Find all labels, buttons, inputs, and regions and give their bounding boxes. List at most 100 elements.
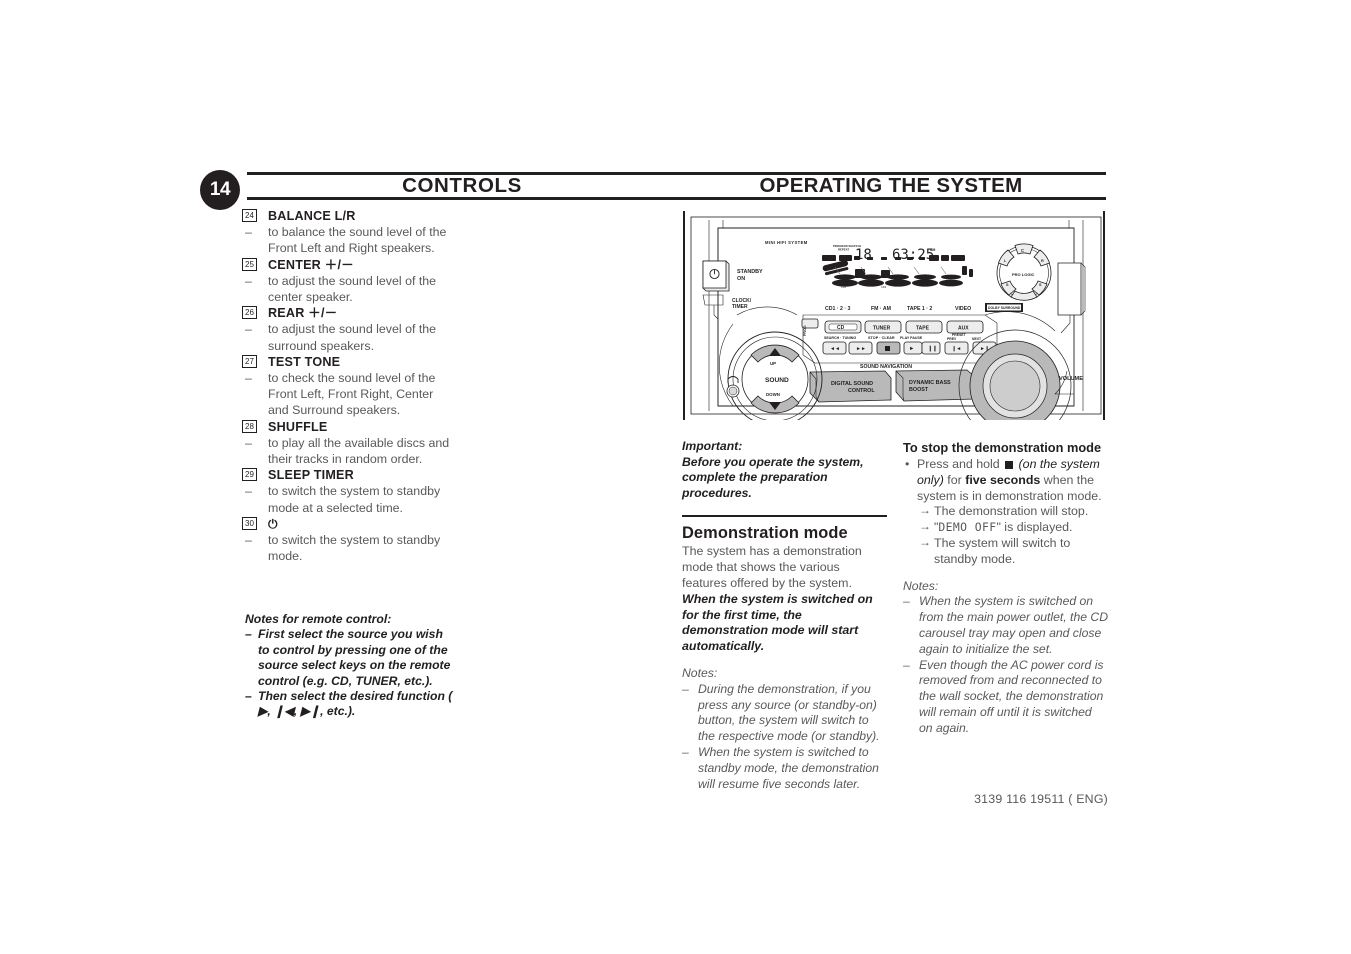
on-label: ON bbox=[737, 276, 745, 282]
svg-text:CD: CD bbox=[837, 325, 845, 331]
dash-marker: – bbox=[903, 594, 910, 609]
remote-notes-heading: Notes for remote control: bbox=[245, 612, 392, 626]
dash-marker: – bbox=[682, 681, 689, 696]
operating-system-right-column: To stop the demonstration mode • Press an… bbox=[903, 439, 1108, 737]
control-number-badge: 29 bbox=[242, 468, 257, 482]
right-note-item: – Even though the AC power cord is remov… bbox=[903, 658, 1108, 737]
dash-marker: – bbox=[245, 689, 252, 704]
control-desc-29: – to switch the system to standby mode a… bbox=[242, 483, 457, 515]
stop-demo-result: → The demonstration will stop. bbox=[903, 503, 1108, 520]
svg-text:CD1: CD1 bbox=[841, 285, 847, 289]
stop-square-icon bbox=[1005, 461, 1014, 469]
right-note-text: Even though the AC power cord is removed… bbox=[919, 657, 1104, 735]
arrow-marker: → bbox=[919, 519, 931, 534]
tape-header: TAPE 1 · 2 bbox=[907, 306, 932, 312]
dash-marker: – bbox=[245, 484, 252, 499]
mid-note-item: – When the system is switched to standby… bbox=[682, 745, 887, 792]
svg-text:DYNAMIC BASS: DYNAMIC BASS bbox=[909, 380, 951, 386]
svg-text:❙❙: ❙❙ bbox=[928, 345, 937, 352]
dash-marker: – bbox=[245, 322, 252, 337]
dash-marker: – bbox=[245, 435, 252, 450]
prologic-key-c: C bbox=[1021, 248, 1024, 253]
cd-source-header: CD1 · 2 · 3 bbox=[825, 306, 850, 312]
control-label: SLEEP TIMER bbox=[268, 468, 354, 483]
power-icon: ⏻ bbox=[268, 516, 278, 531]
pause-button: ❙❙ bbox=[921, 341, 941, 355]
svg-text:TAPE: TAPE bbox=[916, 326, 930, 332]
right-notes-label: Notes: bbox=[903, 578, 939, 593]
svg-text:DOLBY SURROUND: DOLBY SURROUND bbox=[988, 306, 1021, 310]
operating-system-mid-column: Important: Before you operate the system… bbox=[682, 439, 887, 792]
svg-text:CONTROL: CONTROL bbox=[848, 388, 875, 394]
dash-marker: – bbox=[903, 657, 910, 672]
svg-text:REPEAT: REPEAT bbox=[838, 248, 849, 252]
control-number-badge: 30 bbox=[242, 516, 257, 530]
search-tuning-label: SEARCH · TUNING bbox=[824, 336, 856, 340]
svg-text:AUX: AUX bbox=[958, 326, 969, 332]
svg-text:◄◄: ◄◄ bbox=[830, 346, 840, 352]
stop-demo-result: → "DEMO OFF" is displayed. bbox=[903, 519, 1108, 536]
control-desc-25: – to adjust the sound level of the cente… bbox=[242, 273, 457, 305]
control-desc-28: – to play all the available discs and th… bbox=[242, 435, 457, 467]
control-number-badge: 28 bbox=[242, 419, 257, 433]
demo-body-bold: When the system is switched on for the f… bbox=[682, 591, 873, 654]
control-label: CENTER ＋/－ bbox=[268, 257, 354, 272]
dynamic-bass-boost-button: DYNAMIC BASS BOOST bbox=[895, 369, 976, 402]
control-item-29: 29 SLEEP TIMER bbox=[242, 467, 457, 483]
manual-page: 14 CONTROLS OPERATING THE SYSTEM 24 BALA… bbox=[0, 0, 1351, 954]
demo-body-normal: The system has a demonstration mode that… bbox=[682, 544, 862, 590]
aux-button: AUX bbox=[946, 320, 984, 334]
demonstration-mode-body: The system has a demonstration mode that… bbox=[682, 544, 887, 655]
control-label: SHUFFLE bbox=[268, 419, 328, 434]
demo-off-display-text: DEMO OFF bbox=[938, 520, 997, 535]
control-description: to play all the available discs and thei… bbox=[268, 435, 450, 467]
svg-text:►: ► bbox=[909, 346, 914, 352]
control-desc-27: – to check the sound level of the Front … bbox=[242, 370, 457, 419]
control-item-26: 26 REAR ＋/－ bbox=[242, 305, 457, 321]
remote-note-text: First select the source you wish to cont… bbox=[258, 627, 451, 688]
control-label: TEST TONE bbox=[268, 354, 341, 369]
controls-list: 24 BALANCE L/R – to balance the sound le… bbox=[242, 208, 457, 564]
fm-am-header: FM · AM bbox=[871, 306, 891, 312]
up-label: UP bbox=[770, 361, 776, 366]
remote-note-item: – First select the source you wish to co… bbox=[245, 627, 455, 689]
search-forward-button: ►► bbox=[848, 341, 873, 355]
arrow-marker: → bbox=[919, 503, 931, 518]
control-description: to balance the sound level of the Front … bbox=[268, 225, 447, 256]
next-label: NEXT bbox=[972, 337, 982, 341]
timer-label: TIMER bbox=[732, 304, 748, 310]
control-number-badge: 26 bbox=[242, 306, 257, 320]
control-desc-26: – to adjust the sound level of the surro… bbox=[242, 321, 457, 353]
control-label: BALANCE L/R bbox=[268, 209, 356, 223]
control-description: to adjust the sound level of the surroun… bbox=[268, 322, 437, 353]
front-panel-drawing: .ln { fill:none; stroke:#231f20; stroke-… bbox=[690, 216, 1102, 420]
svg-text:BOOST: BOOST bbox=[909, 387, 929, 393]
control-item-30: 30 ⏻ bbox=[242, 516, 457, 532]
control-item-28: 28 SHUFFLE bbox=[242, 419, 457, 435]
down-label: DOWN bbox=[766, 392, 780, 397]
result-text: The system will switch to standby mode. bbox=[934, 535, 1071, 566]
svg-text:AM: AM bbox=[930, 248, 935, 252]
svg-text:TUNER: TUNER bbox=[873, 326, 891, 332]
standby-label: STANDBY bbox=[737, 269, 763, 275]
prev-label: PREV bbox=[947, 337, 957, 341]
previous-button: ❙◄ bbox=[944, 341, 969, 355]
system-front-panel-illustration: .ln { fill:none; stroke:#231f20; stroke-… bbox=[683, 211, 1105, 420]
dash-marker: – bbox=[245, 533, 252, 548]
control-item-24: 24 BALANCE L/R bbox=[242, 208, 457, 224]
volume-label: VOLUME bbox=[1059, 376, 1083, 382]
stop-demo-result: → The system will switch to standby mode… bbox=[903, 535, 1108, 568]
quote-close: " is displayed. bbox=[996, 520, 1073, 535]
svg-text:CD2: CD2 bbox=[881, 285, 887, 289]
mid-note-text: During the demonstration, if you press a… bbox=[698, 681, 880, 744]
control-number-badge: 25 bbox=[242, 257, 257, 271]
sound-navigation-label: SOUND NAVIGATION bbox=[860, 364, 912, 370]
brand-label: MINI HIFI SYSTEM bbox=[765, 240, 808, 245]
important-notice: Important: Before you operate the system… bbox=[682, 439, 887, 501]
page-title: CONTROLS bbox=[402, 174, 522, 197]
stop-demo-heading: To stop the demonstration mode bbox=[903, 440, 1102, 455]
dash-marker: – bbox=[245, 371, 252, 386]
right-note-item: – When the system is switched on from th… bbox=[903, 594, 1108, 657]
dash-marker: – bbox=[245, 225, 252, 240]
mid-notes-label: Notes: bbox=[682, 665, 718, 680]
